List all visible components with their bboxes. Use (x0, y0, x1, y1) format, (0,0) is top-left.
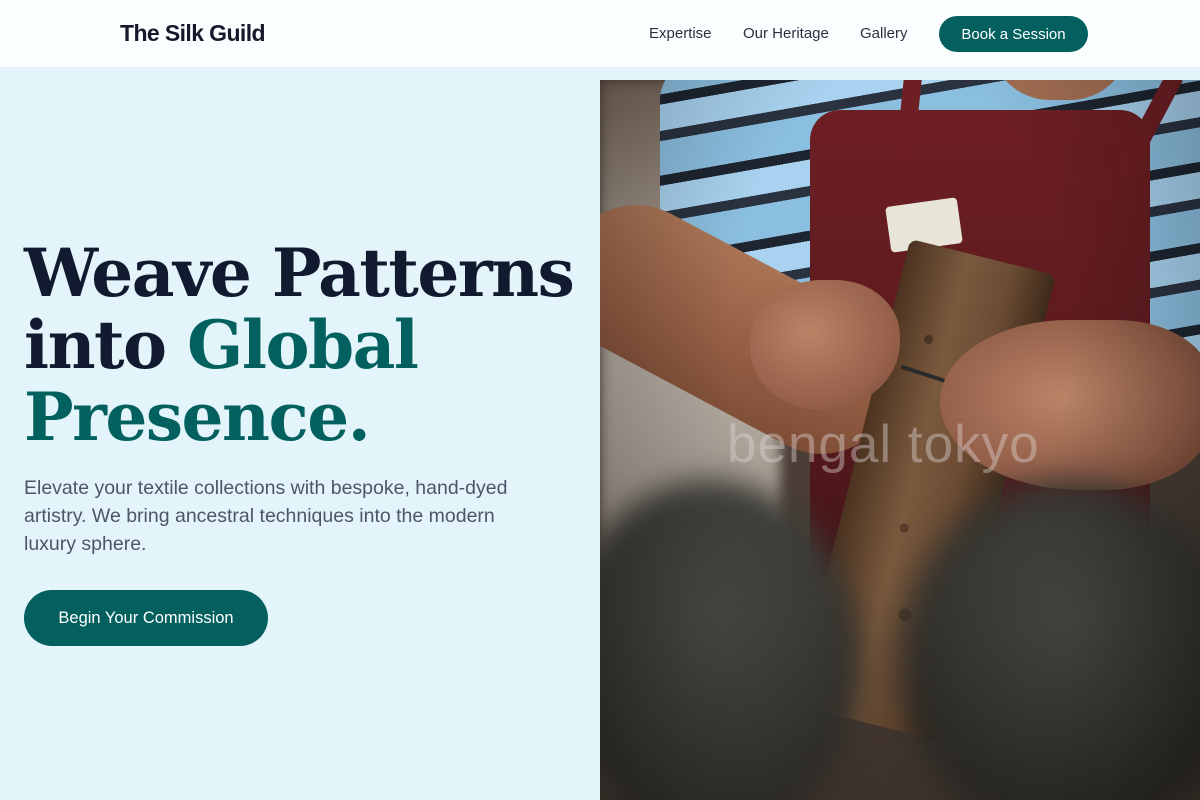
hero-text-section: Weave Patterns into Global Presence. Ele… (0, 69, 600, 800)
headline-line-1: Weave Patterns (24, 234, 575, 312)
brand-logo[interactable]: The Silk Guild (120, 20, 266, 47)
book-session-button[interactable]: Book a Session (939, 16, 1088, 52)
begin-commission-button[interactable]: Begin Your Commission (24, 590, 268, 646)
nav-link-expertise[interactable]: Expertise (649, 25, 712, 42)
hero-headline: Weave Patterns into Global Presence. (24, 237, 584, 453)
image-watermark: bengal tokyo (727, 415, 1040, 474)
headline-accent-global: Global (187, 306, 419, 384)
hero-subtext: Elevate your textile collections with be… (24, 477, 508, 555)
nav-link-our-heritage[interactable]: Our Heritage (743, 25, 829, 42)
hero-artisan-image: bengal tokyo (600, 80, 1200, 800)
headline-line-2-plain: into (24, 306, 188, 384)
headline-accent-presence: Presence. (24, 378, 371, 456)
site-header: The Silk Guild Expertise Our Heritage Ga… (0, 0, 1200, 68)
nav-link-gallery[interactable]: Gallery (860, 25, 908, 42)
